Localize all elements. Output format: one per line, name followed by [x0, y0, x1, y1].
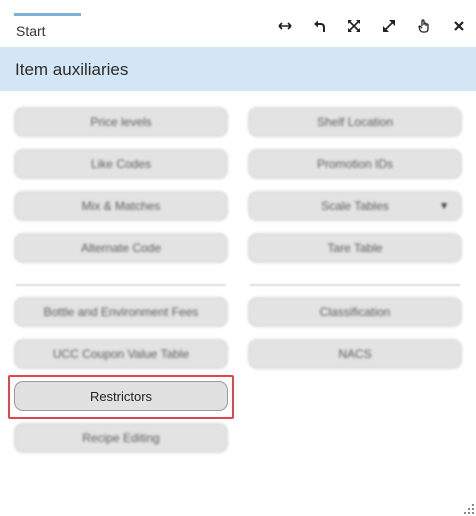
- section-divider: [250, 284, 460, 286]
- ucc-coupon-value-table-button[interactable]: UCC Coupon Value Table: [14, 339, 228, 369]
- mix-matches-button[interactable]: Mix & Matches: [14, 191, 228, 221]
- alternate-code-button[interactable]: Alternate Code: [14, 233, 228, 263]
- tab-label: Start: [16, 23, 46, 39]
- tare-table-button[interactable]: Tare Table: [248, 233, 462, 263]
- recipe-editing-button[interactable]: Recipe Editing: [14, 423, 228, 453]
- pointer-hand-icon[interactable]: [413, 14, 435, 38]
- undo-icon[interactable]: [308, 14, 330, 38]
- section-divider: [16, 284, 226, 286]
- top-bar: Start: [0, 0, 476, 46]
- like-codes-button[interactable]: Like Codes: [14, 149, 228, 179]
- scale-tables-button[interactable]: Scale Tables ▼: [248, 191, 462, 221]
- page-header: Item auxiliaries: [0, 47, 476, 91]
- scale-tables-label: Scale Tables: [321, 199, 389, 213]
- bottle-environment-fees-button[interactable]: Bottle and Environment Fees: [14, 297, 228, 327]
- promotion-ids-button[interactable]: Promotion IDs: [248, 149, 462, 179]
- close-icon[interactable]: [448, 14, 470, 38]
- tab-active-indicator: [14, 13, 81, 16]
- resize-grip-icon[interactable]: [464, 504, 474, 514]
- restrictors-button[interactable]: Restrictors: [14, 381, 228, 411]
- page-title: Item auxiliaries: [15, 60, 129, 79]
- nacs-button[interactable]: NACS: [248, 339, 462, 369]
- fit-screen-icon[interactable]: [343, 14, 365, 38]
- shelf-location-button[interactable]: Shelf Location: [248, 107, 462, 137]
- resize-horizontal-icon[interactable]: [274, 14, 296, 38]
- classification-button[interactable]: Classification: [248, 297, 462, 327]
- price-levels-button[interactable]: Price levels: [14, 107, 228, 137]
- dropdown-caret-icon: ▼: [439, 201, 449, 212]
- tab-start[interactable]: Start: [14, 13, 81, 41]
- expand-icon[interactable]: [378, 14, 400, 38]
